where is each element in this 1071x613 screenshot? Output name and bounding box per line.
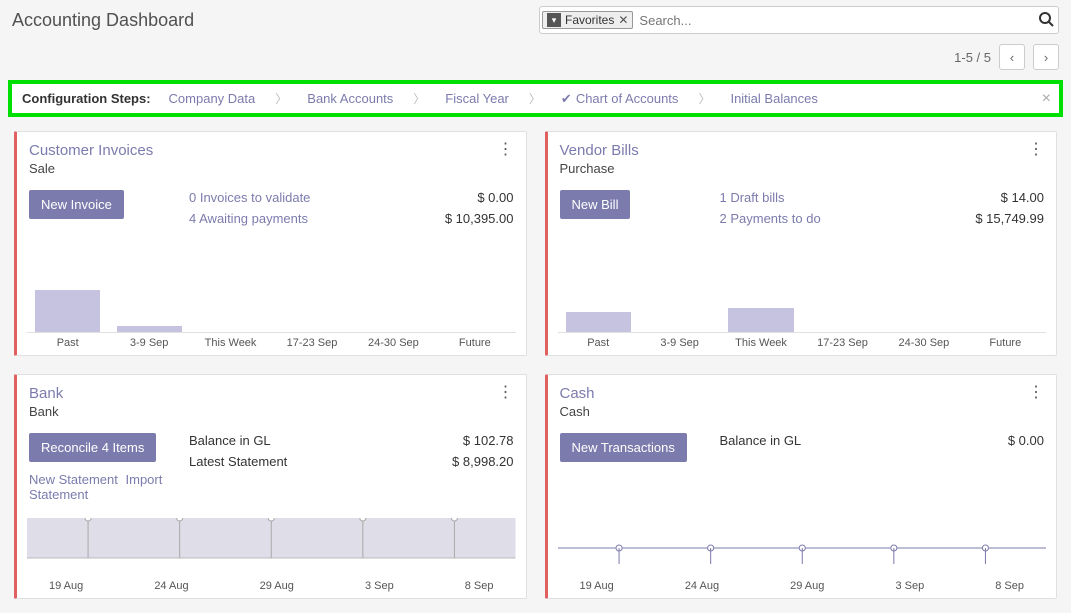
stat-value: $ 8,998.20: [452, 454, 513, 469]
stat-value: $ 0.00: [1008, 433, 1044, 448]
card-title[interactable]: Vendor Bills: [560, 142, 639, 159]
chevron-right-icon: 〉: [275, 90, 287, 107]
xaxis-label: This Week: [720, 337, 801, 349]
filter-icon: ▾: [547, 13, 561, 27]
xaxis-label: 24-30 Sep: [883, 337, 964, 349]
xaxis-label: 24-30 Sep: [353, 337, 434, 349]
pager-prev-button[interactable]: ‹: [999, 44, 1025, 70]
xaxis-label: 17-23 Sep: [271, 337, 352, 349]
xaxis-label: 17-23 Sep: [802, 337, 883, 349]
timeline-chart: 19 Aug 24 Aug 29 Aug 3 Sep 8 Sep: [558, 518, 1047, 592]
timeline-chart: 19 Aug 24 Aug 29 Aug 3 Sep 8 Sep: [27, 518, 516, 592]
timeline-label: 29 Aug: [790, 580, 824, 592]
stat-link-draft-bills[interactable]: 1 Draft bills: [720, 190, 785, 205]
bar: [35, 290, 100, 332]
check-icon: ✔: [561, 91, 572, 107]
card-title[interactable]: Customer Invoices: [29, 142, 153, 159]
timeline-label: 8 Sep: [995, 580, 1024, 592]
bar: [117, 326, 182, 332]
xaxis-label: Future: [965, 337, 1046, 349]
timeline-label: 19 Aug: [580, 580, 614, 592]
card-bank: Bank Bank ⋮ Reconcile 4 Items New Statem…: [14, 374, 527, 599]
search-icon[interactable]: [1038, 11, 1054, 32]
card-subtitle: Cash: [560, 404, 595, 419]
bar: [566, 312, 631, 332]
config-step-bank-accounts[interactable]: Bank Accounts: [307, 91, 393, 106]
kebab-menu-icon[interactable]: ⋮: [498, 385, 514, 401]
xaxis-label: Future: [434, 337, 515, 349]
kebab-menu-icon[interactable]: ⋮: [1028, 385, 1044, 401]
bar-chart: Past3-9 SepThis Week17-23 Sep24-30 SepFu…: [27, 287, 516, 349]
timeline-label: 24 Aug: [154, 580, 188, 592]
search-bar[interactable]: ▾ Favorites ✕: [539, 6, 1059, 34]
xaxis-label: Past: [27, 337, 108, 349]
stat-value: $ 102.78: [463, 433, 514, 448]
card-vendor-bills: Vendor Bills Purchase ⋮ New Bill 1 Draft…: [545, 131, 1058, 356]
xaxis-label: Past: [558, 337, 639, 349]
stat-value: $ 14.00: [1001, 190, 1044, 205]
facet-remove-icon[interactable]: ✕: [618, 13, 628, 27]
reconcile-button[interactable]: Reconcile 4 Items: [29, 433, 156, 462]
chevron-right-icon: 〉: [529, 90, 541, 107]
timeline-label: 3 Sep: [365, 580, 394, 592]
card-customer-invoices: Customer Invoices Sale ⋮ New Invoice 0 I…: [14, 131, 527, 356]
stat-label: Balance in GL: [720, 433, 802, 448]
stat-link-invoices-validate[interactable]: 0 Invoices to validate: [189, 190, 310, 205]
config-step-fiscal-year[interactable]: Fiscal Year: [445, 91, 509, 106]
new-bill-button[interactable]: New Bill: [560, 190, 631, 219]
new-statement-link[interactable]: New Statement: [29, 472, 118, 487]
new-transactions-button[interactable]: New Transactions: [560, 433, 687, 462]
config-step-chart-of-accounts[interactable]: ✔ Chart of Accounts: [561, 91, 679, 107]
pager-next-button[interactable]: ›: [1033, 44, 1059, 70]
page-title: Accounting Dashboard: [12, 10, 194, 31]
stat-label: Balance in GL: [189, 433, 271, 448]
config-step-company-data[interactable]: Company Data: [169, 91, 256, 106]
close-icon[interactable]: ×: [1042, 90, 1051, 108]
search-input[interactable]: [639, 8, 1058, 32]
card-cash: Cash Cash ⋮ New Transactions Balance in …: [545, 374, 1058, 599]
card-subtitle: Sale: [29, 161, 153, 176]
stat-value: $ 15,749.99: [975, 211, 1044, 226]
kebab-menu-icon[interactable]: ⋮: [1028, 142, 1044, 158]
stat-value: $ 0.00: [477, 190, 513, 205]
config-step-initial-balances[interactable]: Initial Balances: [730, 91, 817, 106]
search-facet-favorites[interactable]: ▾ Favorites ✕: [542, 11, 633, 29]
stat-value: $ 10,395.00: [445, 211, 514, 226]
kebab-menu-icon[interactable]: ⋮: [498, 142, 514, 158]
stat-link-payments-to-do[interactable]: 2 Payments to do: [720, 211, 821, 226]
timeline-label: 8 Sep: [465, 580, 494, 592]
facet-label: Favorites: [565, 13, 614, 27]
xaxis-label: 3-9 Sep: [639, 337, 720, 349]
configuration-steps-bar: Configuration Steps: Company Data 〉 Bank…: [8, 80, 1063, 117]
stat-label: Latest Statement: [189, 454, 287, 469]
bar: [728, 308, 793, 332]
card-subtitle: Bank: [29, 404, 63, 419]
chevron-right-icon: 〉: [413, 90, 425, 107]
card-subtitle: Purchase: [560, 161, 639, 176]
xaxis-label: 3-9 Sep: [108, 337, 189, 349]
bar-chart: Past3-9 SepThis Week17-23 Sep24-30 SepFu…: [558, 287, 1047, 349]
card-title[interactable]: Cash: [560, 385, 595, 402]
stat-link-awaiting-payments[interactable]: 4 Awaiting payments: [189, 211, 308, 226]
config-steps-title: Configuration Steps:: [22, 91, 151, 106]
new-invoice-button[interactable]: New Invoice: [29, 190, 124, 219]
timeline-label: 19 Aug: [49, 580, 83, 592]
card-title[interactable]: Bank: [29, 385, 63, 402]
pager-range: 1-5 / 5: [954, 50, 991, 65]
timeline-label: 24 Aug: [685, 580, 719, 592]
timeline-label: 29 Aug: [260, 580, 294, 592]
xaxis-label: This Week: [190, 337, 271, 349]
timeline-label: 3 Sep: [895, 580, 924, 592]
chevron-right-icon: 〉: [698, 90, 710, 107]
